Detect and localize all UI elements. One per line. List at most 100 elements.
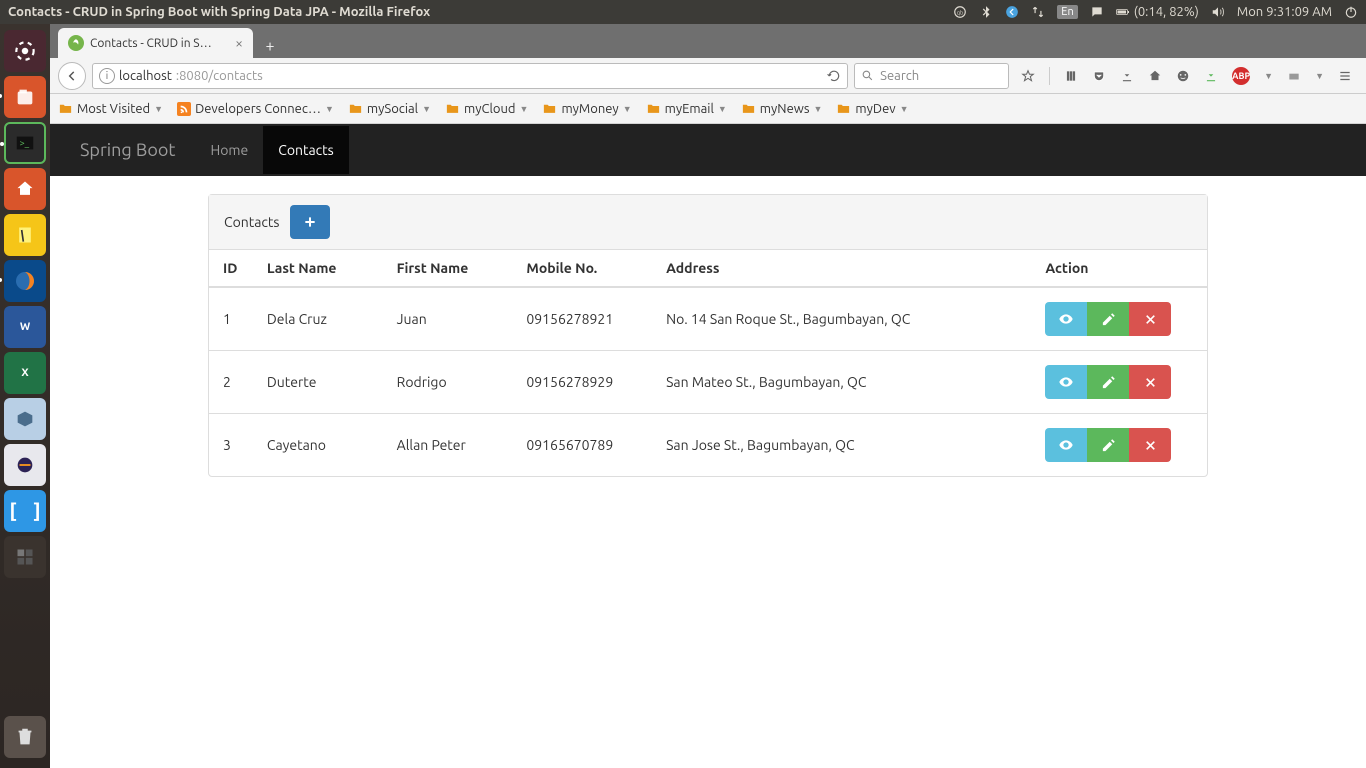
new-tab-button[interactable]: + (257, 34, 283, 58)
contacts-panel: Contacts ID Last Name First Name Mobile … (208, 194, 1208, 477)
folder-icon (348, 101, 363, 116)
bookmark-label: myEmail (665, 102, 714, 116)
delete-button[interactable] (1129, 428, 1171, 462)
cell-mobile: 09165670789 (518, 414, 658, 477)
tab-close-icon[interactable]: × (235, 35, 243, 51)
edit-button[interactable] (1087, 365, 1129, 399)
chevron-down-icon: ▼ (900, 104, 909, 114)
delete-button[interactable] (1129, 365, 1171, 399)
volume-icon[interactable] (1211, 5, 1225, 19)
download-green-icon[interactable] (1204, 69, 1218, 83)
bookmark-item[interactable]: Most Visited▼ (58, 101, 163, 116)
cell-first: Rodrigo (389, 351, 519, 414)
launcher-workspace[interactable] (4, 536, 46, 578)
edit-button[interactable] (1087, 302, 1129, 336)
clock[interactable]: Mon 9:31:09 AM (1237, 5, 1332, 19)
chat-addon-icon[interactable] (1176, 69, 1190, 83)
bookmarks-bar: Most Visited▼Developers Connec…▼mySocial… (50, 94, 1366, 124)
search-bar[interactable]: Search (854, 63, 1009, 89)
folder-icon (445, 101, 460, 116)
chat-icon[interactable] (1090, 5, 1104, 19)
spring-favicon (68, 35, 84, 51)
launcher-excel[interactable]: X (4, 352, 46, 394)
nav-contacts[interactable]: Contacts (263, 126, 349, 174)
launcher-files[interactable] (4, 76, 46, 118)
downloads-icon[interactable] (1120, 69, 1134, 83)
add-contact-button[interactable] (290, 205, 330, 239)
svg-text:qb: qb (957, 9, 964, 16)
launcher-word[interactable]: W (4, 306, 46, 348)
network-icon[interactable] (1031, 5, 1045, 19)
back-button[interactable] (58, 62, 86, 90)
cell-address: No. 14 San Roque St., Bagumbayan, QC (658, 287, 1037, 351)
chevron-down-icon: ▼ (718, 104, 727, 114)
launcher-dash[interactable] (4, 30, 46, 72)
cell-id: 3 (209, 414, 259, 477)
abp-icon[interactable]: ABP (1232, 67, 1250, 85)
launcher-brackets[interactable]: [ ] (4, 490, 46, 532)
bookmark-item[interactable]: Developers Connec…▼ (177, 102, 334, 116)
bookmark-label: Most Visited (77, 102, 150, 116)
bookmark-label: myMoney (561, 102, 618, 116)
cell-first: Allan Peter (389, 414, 519, 477)
battery-indicator[interactable]: (0:14, 82%) (1116, 5, 1199, 19)
folder-icon (646, 101, 661, 116)
bluetooth-icon[interactable] (979, 5, 993, 19)
launcher-home[interactable] (4, 168, 46, 210)
power-icon[interactable] (1344, 5, 1358, 19)
bookmark-label: myDev (855, 102, 895, 116)
os-top-panel: Contacts - CRUD in Spring Boot with Spri… (0, 0, 1366, 24)
folder-icon (836, 101, 851, 116)
table-header-row: ID Last Name First Name Mobile No. Addre… (209, 250, 1207, 287)
bookmark-item[interactable]: myNews▼ (741, 101, 823, 116)
svg-text:>_: >_ (20, 137, 30, 148)
cell-last: Cayetano (259, 414, 389, 477)
view-button[interactable] (1045, 428, 1087, 462)
col-id: ID (209, 250, 259, 287)
folder-icon (58, 101, 73, 116)
bookmark-item[interactable]: myDev ▼ (836, 101, 908, 116)
panel-heading: Contacts (209, 195, 1207, 250)
keyboard-lang[interactable]: En (1057, 5, 1077, 19)
chevron-down-icon: ▼ (813, 104, 822, 114)
view-button[interactable] (1045, 365, 1087, 399)
bookmark-label: mySocial (367, 102, 418, 116)
launcher-firefox[interactable] (4, 260, 46, 302)
eye-icon (1058, 437, 1074, 453)
os-indicators: qb En (0:14, 82%) Mon 9:31:09 AM (953, 5, 1358, 19)
hamburger-icon[interactable] (1338, 69, 1352, 83)
url-bar[interactable]: i localhost:8080/contacts (92, 63, 848, 89)
pocket-icon[interactable] (1092, 69, 1106, 83)
col-mobile: Mobile No. (518, 250, 658, 287)
bookmark-item[interactable]: myMoney▼ (542, 101, 631, 116)
addon-icon[interactable] (1287, 69, 1301, 83)
dropdown-icon-2[interactable]: ▼ (1315, 71, 1324, 81)
bookmark-item[interactable]: mySocial▼ (348, 101, 431, 116)
launcher-vbox[interactable] (4, 398, 46, 440)
edit-button[interactable] (1087, 428, 1129, 462)
rss-icon (177, 102, 191, 116)
bookmark-star-icon[interactable] (1021, 69, 1035, 83)
launcher-eclipse[interactable] (4, 444, 46, 486)
reload-icon[interactable] (827, 69, 841, 83)
chevron-down-icon: ▼ (520, 104, 529, 114)
home-icon[interactable] (1148, 69, 1162, 83)
bookmark-item[interactable]: myCloud▼ (445, 101, 528, 116)
nav-home[interactable]: Home (195, 126, 263, 174)
library-icon[interactable] (1064, 69, 1078, 83)
folder-icon (542, 101, 557, 116)
table-row: 2DuterteRodrigo09156278929San Mateo St.,… (209, 351, 1207, 414)
launcher-trash[interactable] (4, 716, 46, 758)
cell-action (1037, 287, 1207, 351)
delete-button[interactable] (1129, 302, 1171, 336)
view-button[interactable] (1045, 302, 1087, 336)
dropdown-icon[interactable]: ▼ (1264, 71, 1273, 81)
browser-tab[interactable]: Contacts - CRUD in S… × (58, 28, 253, 58)
sync-icon[interactable] (1005, 5, 1019, 19)
site-info-icon[interactable]: i (99, 68, 115, 84)
qb-icon[interactable]: qb (953, 5, 967, 19)
bookmark-item[interactable]: myEmail ▼ (646, 101, 727, 116)
launcher-notes[interactable] (4, 214, 46, 256)
edit-icon (1101, 438, 1116, 453)
launcher-terminal[interactable]: >_ (4, 122, 46, 164)
